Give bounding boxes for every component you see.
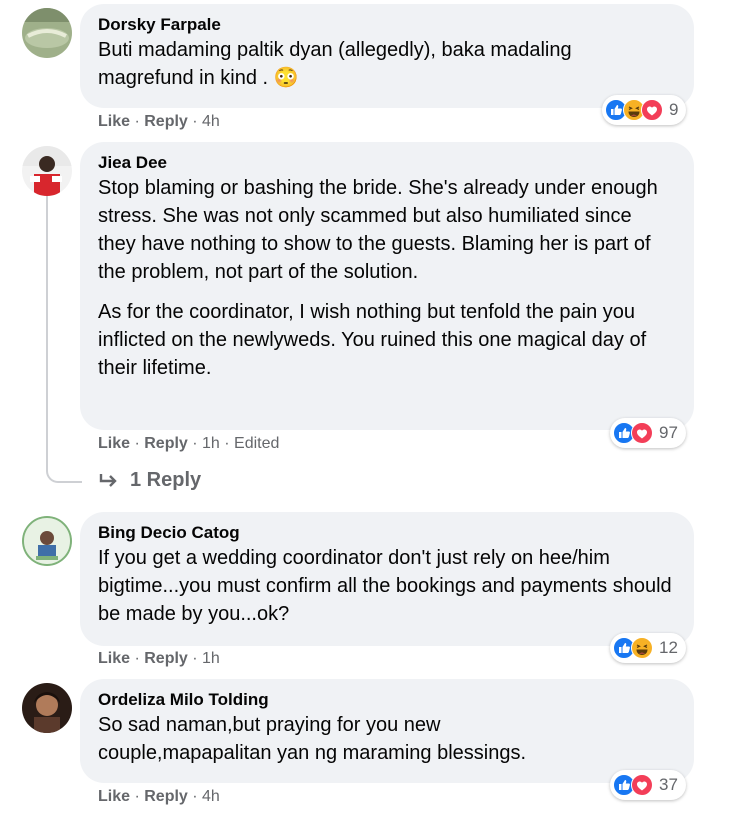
reaction-count: 9 [669, 100, 679, 119]
comment-timestamp[interactable]: 1h [202, 435, 220, 452]
comment-paragraph: If you get a wedding coordinator don't j… [98, 547, 672, 625]
reaction-count: 97 [659, 423, 678, 442]
comment-text: Buti madaming paltik dyan (allegedly), b… [98, 36, 676, 92]
reaction-count: 37 [659, 775, 678, 794]
love-icon [631, 422, 653, 444]
like-button[interactable]: Like [98, 113, 130, 130]
comment-paragraph: Buti madaming paltik dyan (allegedly), b… [98, 39, 572, 61]
reply-button[interactable]: Reply [144, 788, 188, 805]
love-icon [641, 99, 663, 121]
avatar[interactable] [22, 683, 72, 733]
thread-connector [46, 196, 82, 483]
avatar[interactable] [22, 8, 72, 58]
reaction-summary[interactable]: 97 [610, 418, 686, 448]
comment-bubble: Jiea Dee Stop blaming or bashing the bri… [80, 142, 694, 430]
comment-paragraph: magrefund in kind . 😳 [98, 67, 299, 89]
reaction-summary[interactable]: 12 [610, 633, 686, 663]
comment-author[interactable]: Ordeliza Milo Tolding [98, 689, 676, 711]
comment-paragraph: Stop blaming or bashing the bride. She's… [98, 177, 658, 283]
comment-author[interactable]: Bing Decio Catog [98, 522, 676, 544]
comment-bubble: Dorsky Farpale Buti madaming paltik dyan… [80, 4, 694, 108]
reply-arrow-icon [99, 473, 117, 487]
like-button[interactable]: Like [98, 788, 130, 805]
comment-timestamp[interactable]: 4h [202, 788, 220, 805]
comment-bubble: Ordeliza Milo Tolding So sad naman,but p… [80, 679, 694, 783]
reply-button[interactable]: Reply [144, 113, 188, 130]
comment-timestamp[interactable]: 4h [202, 113, 220, 130]
comment-actions: Like · Reply · 1h [98, 650, 220, 667]
comment-paragraph: As for the coordinator, I wish nothing b… [98, 301, 647, 379]
comment-text: So sad naman,but praying for you new cou… [98, 711, 618, 767]
reaction-summary[interactable]: 37 [610, 770, 686, 800]
comment-paragraph: So sad naman,but praying for you new cou… [98, 714, 527, 764]
replies-count-label: 1 Reply [130, 469, 202, 491]
comment-text: Stop blaming or bashing the bride. She's… [98, 174, 670, 382]
view-replies-link[interactable]: 1 Reply [98, 469, 201, 492]
comment-text: If you get a wedding coordinator don't j… [98, 544, 678, 628]
comment-author[interactable]: Dorsky Farpale [98, 14, 676, 36]
reaction-count: 12 [659, 638, 678, 657]
comment-author[interactable]: Jiea Dee [98, 152, 676, 174]
edited-label: Edited [234, 435, 280, 452]
reaction-summary[interactable]: 9 [602, 95, 687, 125]
like-button[interactable]: Like [98, 435, 130, 452]
comment-timestamp[interactable]: 1h [202, 650, 220, 667]
love-icon [631, 774, 653, 796]
comment-bubble: Bing Decio Catog If you get a wedding co… [80, 512, 694, 646]
comment-actions: Like · Reply · 4h [98, 788, 220, 805]
like-button[interactable]: Like [98, 650, 130, 667]
haha-icon [631, 637, 653, 659]
comment-actions: Like · Reply · 1h · Edited [98, 435, 280, 452]
reply-button[interactable]: Reply [144, 650, 188, 667]
avatar[interactable] [22, 146, 72, 196]
comment-actions: Like · Reply · 4h [98, 113, 220, 130]
avatar[interactable] [22, 516, 72, 566]
reply-button[interactable]: Reply [144, 435, 188, 452]
